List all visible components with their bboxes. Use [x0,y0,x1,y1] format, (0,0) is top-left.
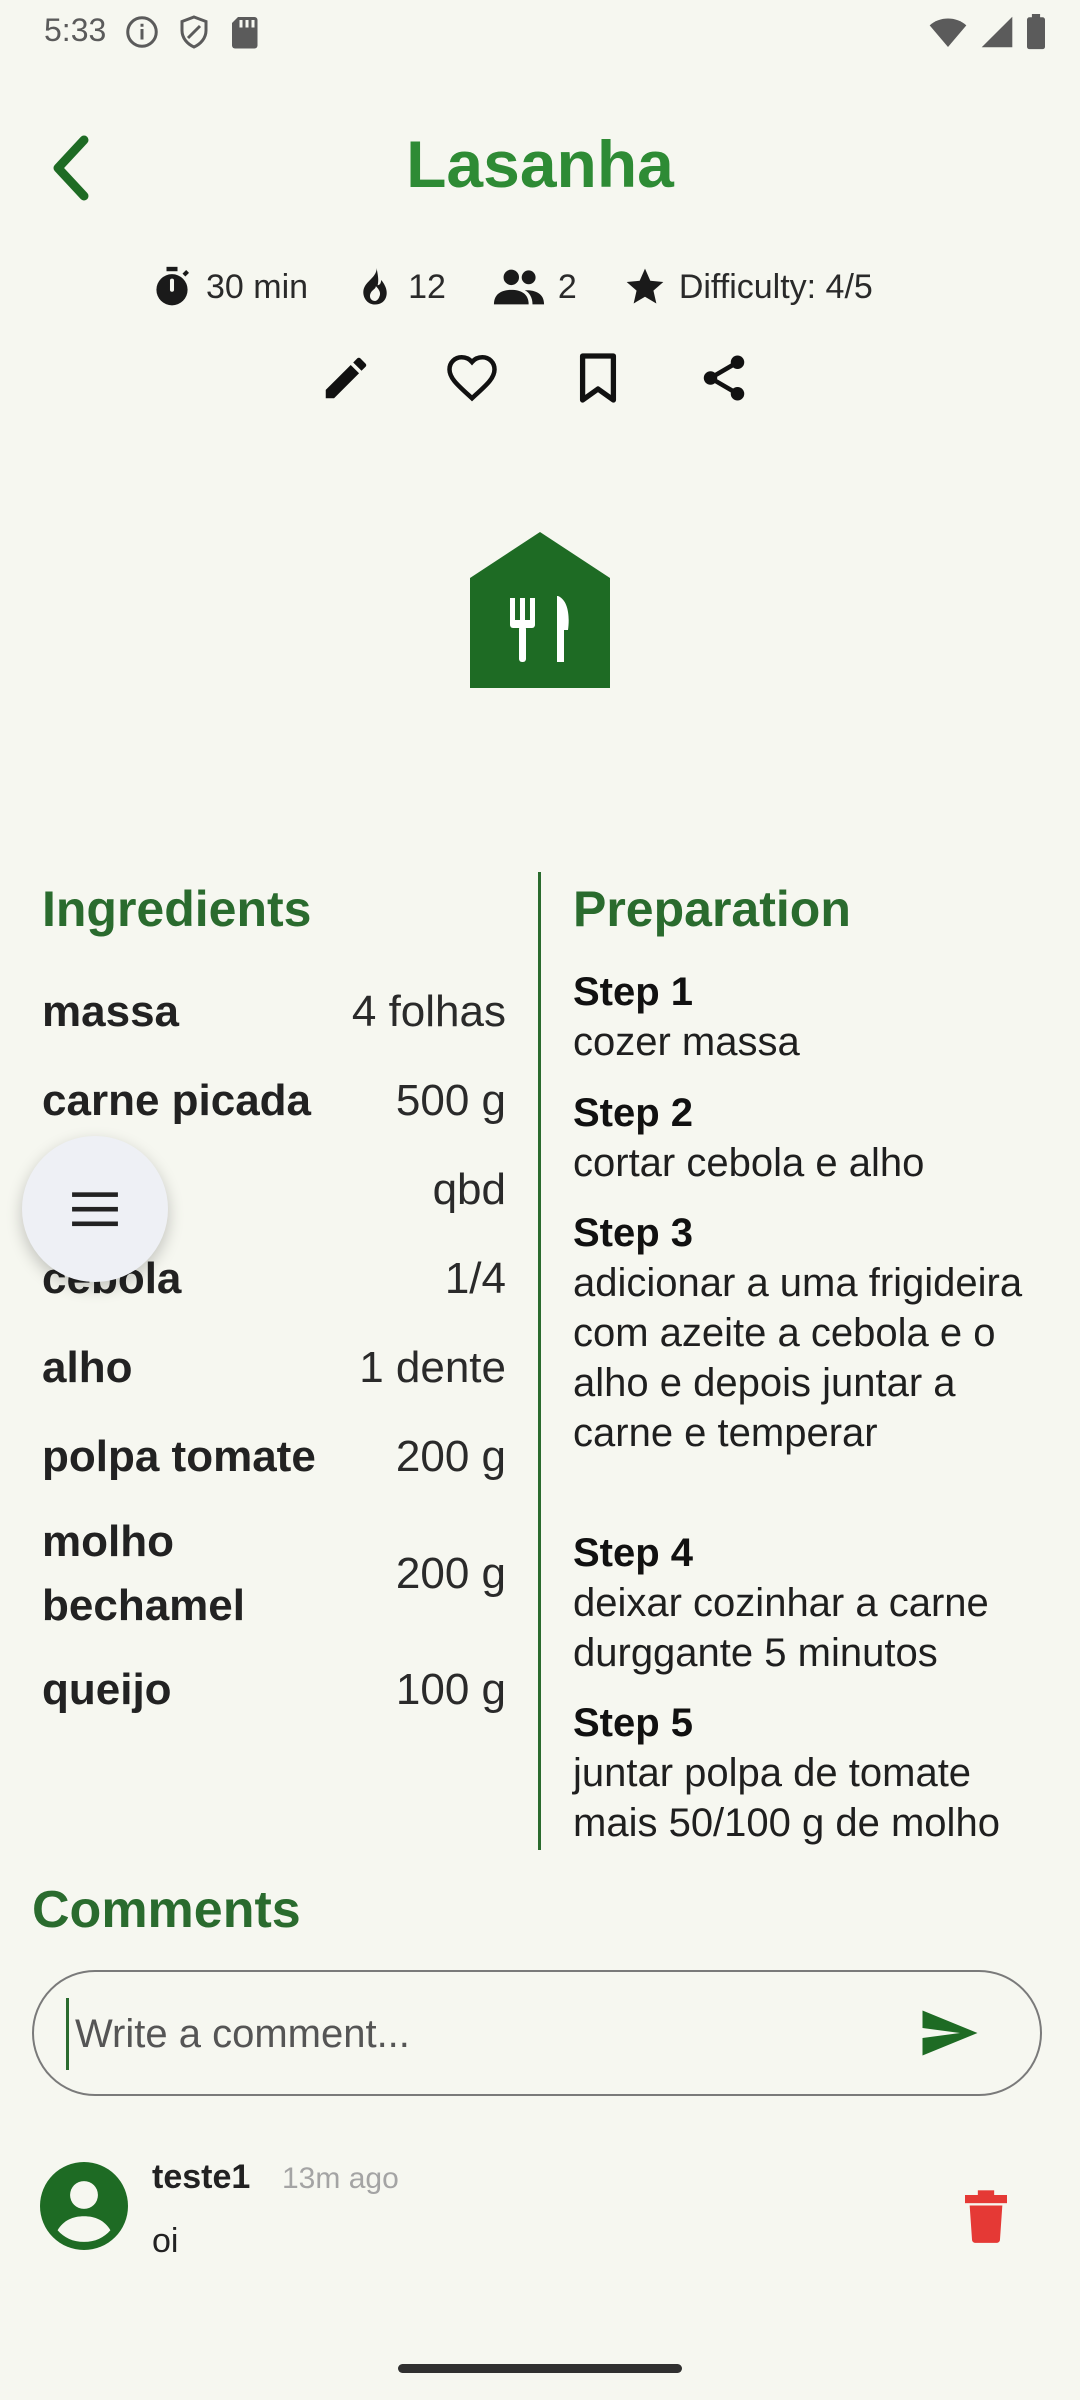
bookmark-icon [579,353,617,403]
step-item: Step 3 adicionar a uma frigideira com aze… [573,1208,1043,1458]
ingredient-quantity: 100 g [395,1665,506,1714]
recipe-image [468,530,612,690]
ingredient-row: massa 4 folhas [42,980,506,1044]
ingredient-name: alho [42,1343,133,1392]
step-title: Step 1 [573,970,694,1014]
difficulty-value: Difficulty: 4/5 [678,267,873,306]
ingredient-quantity: qbd [432,1165,506,1214]
battery-icon [1027,14,1045,50]
step-text: cortar cebola e alho [573,1141,925,1185]
wifi-icon [929,18,967,47]
comment-time: 13m ago [282,2162,399,2195]
delete-icon [965,2190,1007,2243]
ingredient-quantity: 200 g [395,1432,506,1481]
column-divider [538,872,541,1850]
step-item: Step 4 deixar cozinhar a carne durggante … [573,1528,1043,1678]
signal-icon [981,16,1013,48]
people-icon [493,269,544,305]
comment-input[interactable] [66,1998,897,2070]
menu-icon [72,1192,118,1227]
calories-value: 12 [408,267,446,306]
comment-text: oi [152,2222,179,2260]
star-icon [626,268,664,304]
recipe-meta: 30 min 12 2 Difficulty: 4/5 [150,262,919,312]
ingredient-name: massa [42,987,180,1036]
ingredient-quantity: 200 g [395,1549,506,1598]
step-title: Step 3 [573,1211,694,1255]
ingredient-name: carne picada [42,1076,312,1125]
status-bar: 5:33 [0,0,1080,64]
step-text: cozer massa [573,1020,800,1064]
ingredient-quantity: 500 g [395,1076,506,1125]
ingredient-row: alho 1 dente [42,1336,506,1400]
shield-icon [180,15,208,49]
favorite-icon [447,355,497,402]
step-item: Step 2 cortar cebola e alho [573,1088,1043,1188]
comment-user: teste1 [152,2158,251,2196]
comment-box [32,1970,1042,2096]
account-circle-icon [40,2162,128,2250]
servings-value: 2 [557,267,577,306]
delete-comment-button[interactable] [962,2188,1010,2244]
bookmark-button[interactable] [570,350,626,406]
time-info: 30 min [150,265,308,309]
recipe-actions [318,350,752,406]
ingredient-row: molho bechamel 200 g [42,1512,506,1636]
favorite-button[interactable] [444,350,500,406]
share-button[interactable] [696,350,752,406]
ingredient-name: queijo [42,1665,172,1714]
ingredient-row: polpa tomate 200 g [42,1425,506,1489]
share-icon [703,355,745,401]
step-text: deixar cozinhar a carne durggante 5 minu… [573,1581,989,1675]
step-title: Step 2 [573,1091,694,1135]
avatar[interactable] [40,2162,128,2250]
comments-title: Comments [32,1881,301,1939]
step-item: Step 5 juntar polpa de tomate mais 50/100… [573,1698,1043,1848]
step-text: adicionar a uma frigideira com azeite a … [573,1261,1023,1455]
send-icon [922,2010,978,2056]
info-icon [126,16,158,48]
ingredient-quantity: 1/4 [444,1254,506,1303]
timer-icon [156,266,190,306]
difficulty-info: Difficulty: 4/5 [623,265,873,309]
home-indicator[interactable] [398,2364,682,2373]
step-title: Step 4 [573,1531,694,1575]
calories-info: 12 [354,265,446,309]
step-item: Step 1 cozer massa [573,967,1043,1067]
ingredient-row: queijo 100 g [42,1658,506,1722]
ingredient-name: molho bechamel [42,1517,245,1630]
servings-info: 2 [492,265,577,309]
send-button[interactable] [920,2008,980,2058]
preparation-title: Preparation [573,881,851,937]
step-title: Step 5 [573,1701,694,1745]
sd-card-icon [232,17,258,49]
flame-icon [363,267,387,305]
ingredient-row: carne picada 500 g [42,1069,506,1133]
restaurant-house-icon [470,532,610,688]
ingredient-quantity: 1 dente [359,1343,506,1392]
edit-icon [325,357,367,399]
step-text: juntar polpa de tomate mais 50/100 g de … [573,1751,1000,1845]
ingredients-title: Ingredients [42,881,312,937]
edit-button[interactable] [318,350,374,406]
menu-fab[interactable] [22,1136,168,1282]
time-value: 30 min [206,267,309,306]
status-time: 5:33 [44,12,107,48]
page-title: Lasanha [406,127,674,201]
ingredient-name: polpa tomate [42,1432,316,1481]
ingredient-quantity: 4 folhas [351,987,506,1036]
